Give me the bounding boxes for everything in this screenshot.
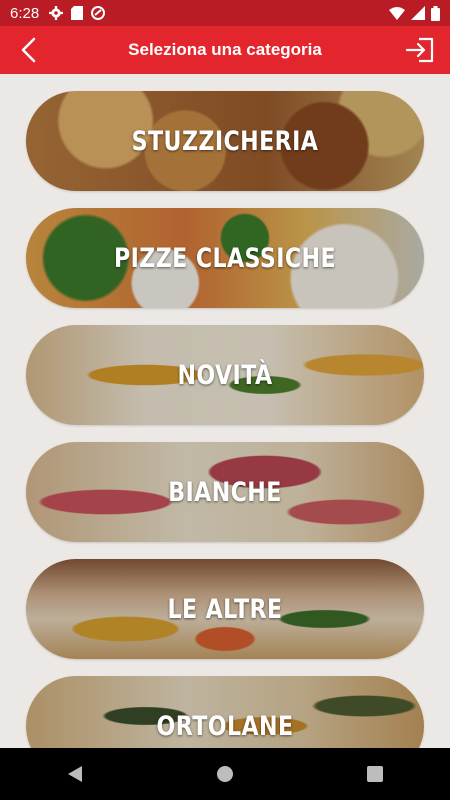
back-button[interactable] [14, 36, 42, 64]
nav-home-button[interactable] [195, 754, 255, 794]
category-le-altre[interactable]: LE ALTRE [26, 559, 424, 659]
recents-square-icon [367, 766, 383, 782]
category-label: STUZZICHERIA [131, 125, 319, 157]
category-list[interactable]: STUZZICHERIA PIZZE CLASSICHE NOVITÀ BIAN… [0, 74, 450, 748]
logout-icon [405, 37, 434, 63]
sd-card-icon [71, 6, 84, 20]
page-title: Seleziona una categoria [128, 40, 322, 59]
system-nav-bar [0, 748, 450, 800]
app-header: Seleziona una categoria [0, 26, 450, 74]
settings-icon [49, 6, 64, 20]
category-pizze-classiche[interactable]: PIZZE CLASSICHE [26, 208, 424, 308]
wifi-icon [389, 6, 405, 20]
signal-icon [411, 6, 425, 20]
nav-recents-button[interactable] [345, 754, 405, 794]
back-triangle-icon [68, 766, 82, 782]
nav-back-button[interactable] [45, 754, 105, 794]
home-circle-icon [217, 766, 233, 782]
battery-icon [431, 5, 440, 21]
arrow-left-icon [21, 37, 36, 63]
category-bianche[interactable]: BIANCHE [26, 442, 424, 542]
status-time: 6:28 [10, 4, 40, 22]
status-bar: 6:28 [0, 0, 450, 26]
data-saver-icon [91, 6, 106, 20]
category-label: LE ALTRE [167, 593, 283, 625]
category-ortolane[interactable]: ORTOLANE [26, 676, 424, 748]
category-label: NOVITÀ [177, 359, 273, 391]
logout-button[interactable] [404, 35, 436, 65]
category-label: PIZZE CLASSICHE [113, 242, 337, 274]
category-novita[interactable]: NOVITÀ [26, 325, 424, 425]
category-label: BIANCHE [168, 476, 282, 508]
category-label: ORTOLANE [156, 710, 294, 742]
category-stuzzicheria[interactable]: STUZZICHERIA [26, 91, 424, 191]
